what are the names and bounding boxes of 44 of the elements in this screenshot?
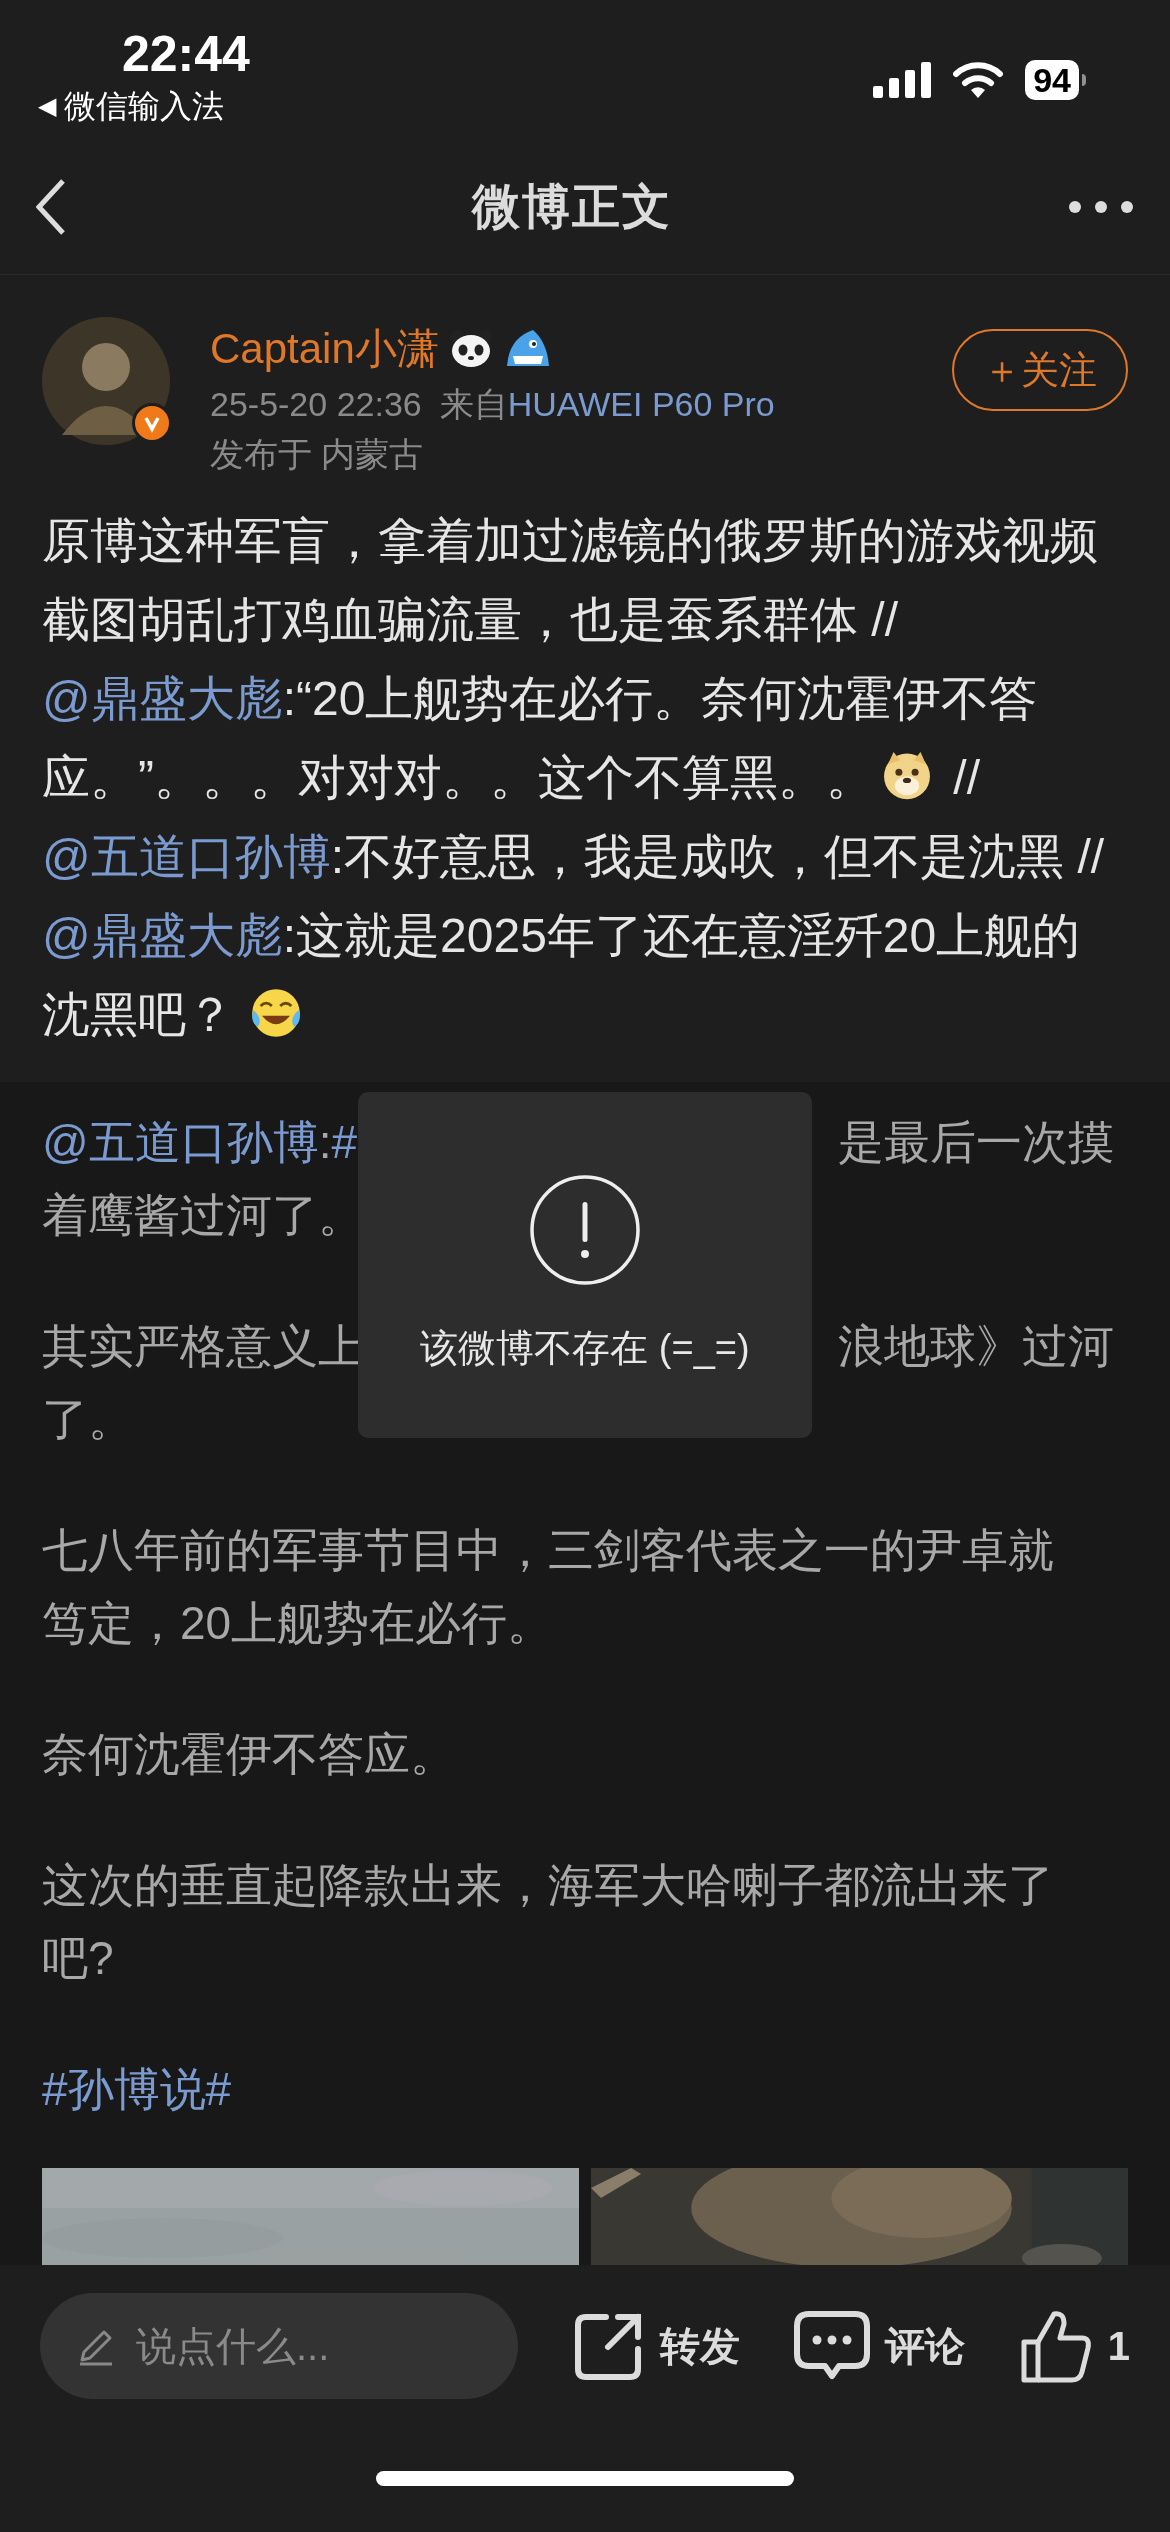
warning-icon [529,1174,641,1286]
author-name[interactable]: Captain小潇 [210,316,439,380]
repost-text: 奈何沈霍伊不答应。 [42,1727,456,1782]
more-icon [1068,200,1134,214]
back-arrow-icon[interactable]: ◀ [38,86,56,126]
mention-link[interactable]: @鼎盛大彪 [42,672,283,725]
person-silhouette-icon [42,317,170,445]
toast-message: 该微博不存在 (=_=) [420,1326,750,1371]
post-text: 原博这种军盲，拿着加过滤镜的俄罗斯的游戏视频截图胡乱打鸡血骗流量，也是蚕系群体 // @鼎盛大彪:“20上舰势在必行。奈何沈霍伊不答应。”。。。对对对。。这个不算黑。。 // @五道口孙博:不好意思，我是成吹，但不是沈黑 // @鼎盛大彪:这就是2025年了还在意淫歼20上舰的沈黑吧？ [42,513,1106,1043]
avatar[interactable] [42,317,170,445]
repost-text: 了。 [42,1392,134,1447]
clock-time: 22:44 [122,25,250,84]
comment-input[interactable]: 说点什么... [40,2293,518,2399]
comment-button[interactable]: 评论 [792,2310,965,2382]
post-location: 发布于 内蒙古 [210,434,425,475]
repost-text: 七八年前的军事节目中，三剑客代表之一的尹卓就 [42,1523,1054,1578]
repost-text: 这次的垂直起降款出来，海军大哈喇子都流出来了 [42,1858,1054,1913]
repost-text: 着鹰酱过河了。 [42,1188,364,1243]
battery-level: 94 [1025,60,1079,100]
mention-link[interactable]: @五道口孙博 [42,1116,319,1168]
follow-button[interactable]: ＋关注 [952,329,1128,411]
like-button[interactable]: 1 [1017,2308,1130,2384]
speech-bubble-icon [792,2310,871,2382]
repost-text: @五道口孙博:# [42,1115,358,1170]
back-icon [36,179,66,235]
back-app-link[interactable]: 微信输入法 [64,86,224,126]
wifi-icon [953,61,1004,99]
repost-text: 笃定，20上舰势在必行。 [42,1596,554,1651]
topic-link[interactable]: #孙博说# [42,2063,232,2115]
signal-icon [873,62,932,98]
mention-link[interactable]: @鼎盛大彪 [42,909,283,962]
repost-button[interactable]: 转发 [572,2309,740,2383]
topic-link[interactable]: # [331,1116,358,1168]
page-title: 微博正文 [472,179,672,235]
source-label: 来自 [439,384,508,425]
repost-text: 吧? [42,1931,114,1986]
more-button[interactable] [1068,200,1134,214]
source-link[interactable]: HUAWEI P60 Pro [507,379,775,429]
repost-text: 其实严格意义上 [42,1319,364,1374]
repost-text: 是最后一次摸 [838,1115,1114,1170]
repost-text: 浪地球》过河 [838,1319,1114,1374]
mention-link[interactable]: @五道口孙博 [42,830,331,883]
post-time: 25-5-20 22:36 [210,384,422,425]
comment-field[interactable]: 说点什么... [136,2316,456,2376]
